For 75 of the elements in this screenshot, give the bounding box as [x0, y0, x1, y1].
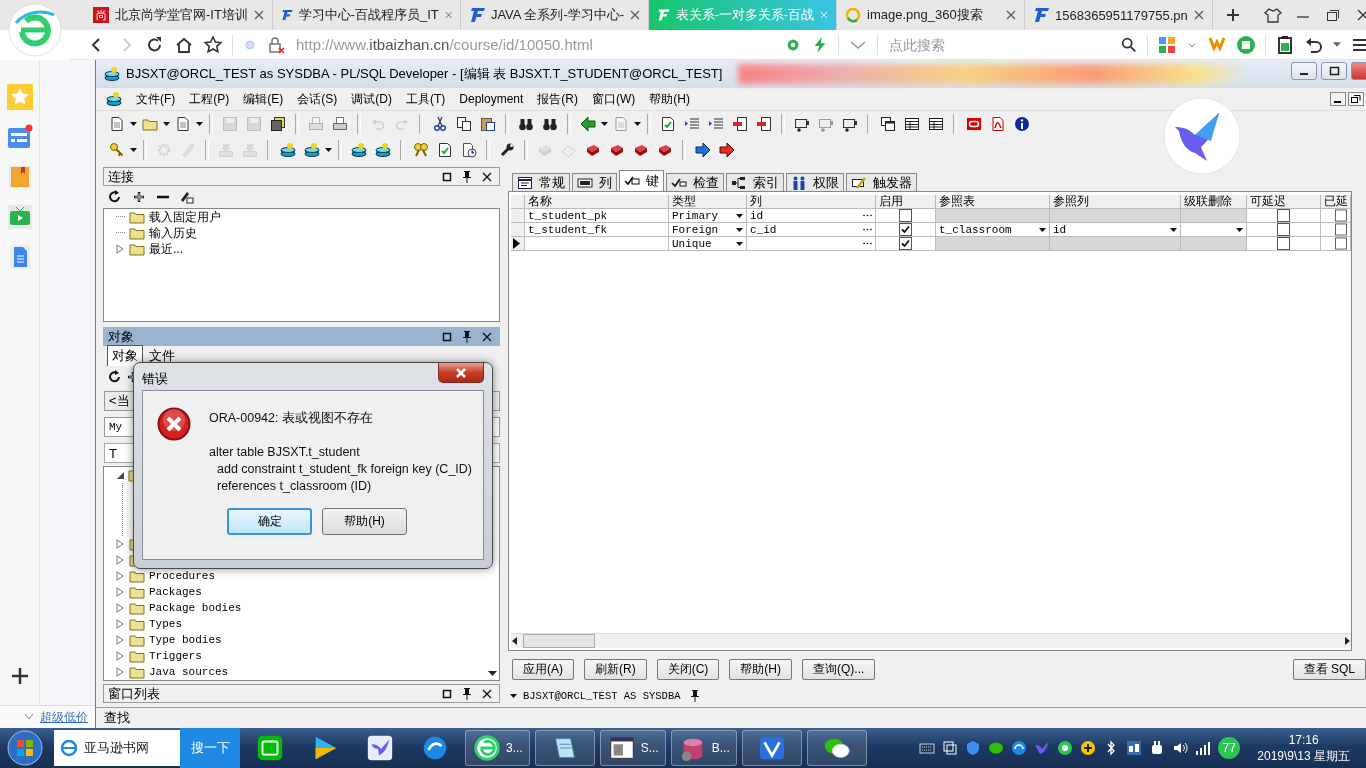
browser-tab[interactable]: 1568365951179755.pn	[1025, 0, 1213, 30]
menu-item[interactable]: 文件(F)	[136, 90, 176, 108]
button[interactable]: 帮助(H)	[322, 508, 407, 535]
column-header[interactable]: 可延迟	[1247, 195, 1321, 209]
menu-item[interactable]: 会话(S)	[297, 90, 338, 108]
button[interactable]: 帮助(H)	[729, 658, 792, 680]
tree-item[interactable]: Java sources	[149, 666, 229, 678]
search-button[interactable]: 搜一下	[180, 728, 240, 768]
tab[interactable]: 常规	[512, 173, 570, 191]
panel-title: 对象	[108, 327, 134, 346]
tree-item[interactable]: Packages	[149, 586, 202, 598]
table-cell[interactable]: c_id	[747, 223, 876, 237]
clock[interactable]: 17:16 2019\9\13 星期五	[1257, 732, 1350, 764]
tab[interactable]: 文件	[145, 346, 179, 366]
table-cell[interactable]: t_student_pk	[525, 209, 669, 223]
tree-item[interactable]: 最近...	[149, 240, 183, 258]
column-header[interactable]: 名称	[525, 195, 669, 209]
window-title: BJSXT@ORCL_TEST as SYSDBA - PL/SQL Developer - [编辑 表 BJSXT.T_STUDENT@ORCL_TEST]	[126, 65, 723, 83]
tree-item[interactable]: Types	[149, 618, 182, 630]
tree-item[interactable]: Procedures	[149, 570, 215, 582]
column-header[interactable]: 参照表	[936, 195, 1050, 209]
tab[interactable]: 索引	[726, 173, 784, 191]
panel-title: 连接	[108, 167, 134, 186]
sql-text: add constraint t_student_fk foreign key (C_ID)	[216, 461, 472, 478]
tree-item[interactable]: 输入历史	[149, 224, 197, 242]
column-header[interactable]: 已延	[1321, 195, 1351, 209]
sql-text: alter table BJSXT.t_student	[209, 444, 361, 461]
taskbar-button[interactable]: B...	[670, 730, 737, 766]
tab[interactable]: 列	[572, 173, 617, 191]
tree-item[interactable]: Package bodies	[149, 602, 242, 614]
sql-text: references t_classroom (ID)	[216, 478, 373, 495]
button[interactable]: 关闭(C)	[656, 658, 720, 680]
search-field[interactable]: 亚马逊书网	[54, 730, 180, 766]
browser-tab[interactable]: image.png_360搜索	[837, 0, 1025, 30]
tab[interactable]: 键	[619, 170, 664, 191]
menu-item[interactable]: 工程(P)	[189, 90, 230, 108]
tab[interactable]: 权限	[786, 173, 844, 191]
url-text[interactable]: http://www.itbaizhan.cn/course/id/10050.html	[296, 36, 593, 53]
panel-title: 窗口列表	[108, 684, 160, 703]
tab[interactable]: 检查	[666, 173, 724, 191]
browser-tab[interactable]: 尚 北京尚学堂官网-IT培训	[85, 0, 273, 30]
menu-item[interactable]: 编辑(E)	[243, 90, 284, 108]
error-message: ORA-00942: 表或视图不存在	[209, 410, 374, 427]
browser-tab[interactable]: 学习中心-百战程序员_IT	[273, 0, 461, 30]
tree-item[interactable]: 载入固定用户	[149, 209, 221, 226]
taskbar-button[interactable]: 3...	[465, 730, 530, 766]
type-dropdown[interactable]: Foreign	[669, 223, 747, 237]
menu-item[interactable]: 窗口(W)	[592, 90, 636, 108]
taskbar-button[interactable]: S...	[599, 730, 666, 766]
tab[interactable]: 对象	[107, 345, 143, 366]
type-dropdown[interactable]: Unique	[669, 237, 747, 251]
column-header[interactable]: 类型	[669, 195, 747, 209]
button[interactable]: 刷新(R)	[584, 658, 647, 680]
tree-item[interactable]: Type bodies	[149, 634, 222, 646]
menu-item[interactable]: 帮助(H)	[649, 90, 691, 108]
column-header[interactable]: 列	[747, 195, 876, 209]
menu-item[interactable]: Deployment	[459, 92, 524, 106]
type-dropdown[interactable]: Primary	[669, 209, 747, 223]
tree-item[interactable]: Triggers	[149, 650, 202, 662]
table-cell[interactable]: t_student_fk	[525, 223, 669, 237]
button[interactable]: 查看 SQL	[1292, 658, 1366, 680]
column-header[interactable]: 启用	[876, 195, 936, 209]
menu-item[interactable]: 调试(D)	[351, 90, 392, 108]
status-text: BJSXT@ORCL_TEST AS SYSDBA	[523, 689, 681, 702]
dialog-title: 错误	[142, 370, 168, 388]
menu-item[interactable]: 报告(R)	[537, 90, 579, 108]
column-header[interactable]: 级联删除	[1181, 195, 1247, 209]
column-header[interactable]: 参照列	[1050, 195, 1181, 209]
menu-item[interactable]: 工具(T)	[406, 90, 446, 108]
site-badge: 尚	[93, 7, 109, 23]
button[interactable]: 查询(Q)...	[802, 658, 876, 680]
tab[interactable]: 触发器	[846, 173, 917, 191]
button[interactable]: 应用(A)	[512, 658, 574, 680]
table-cell[interactable]: id	[747, 209, 876, 223]
button[interactable]: 确定	[227, 508, 312, 535]
